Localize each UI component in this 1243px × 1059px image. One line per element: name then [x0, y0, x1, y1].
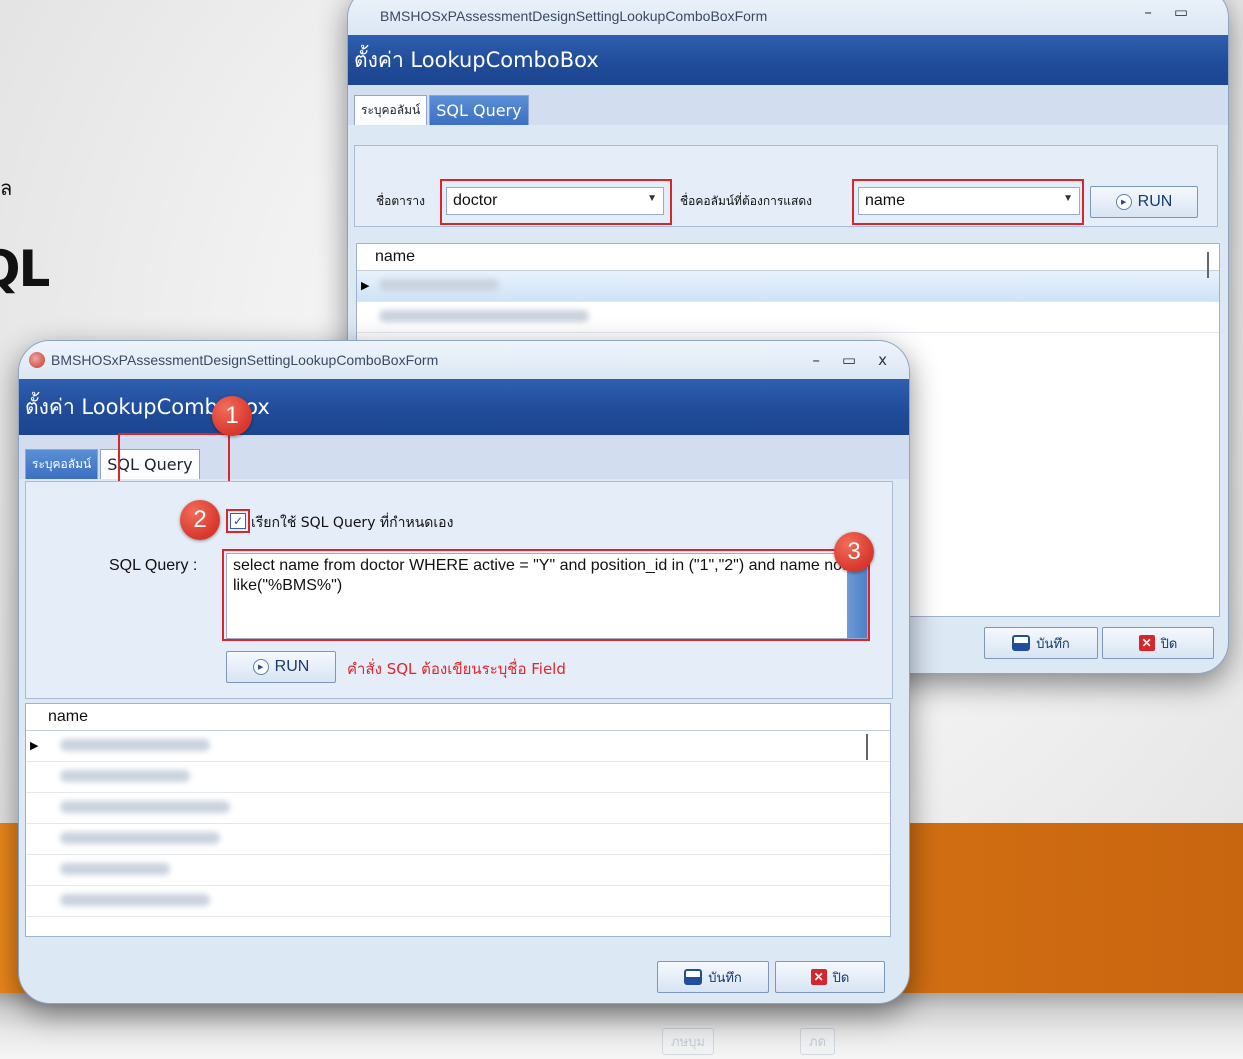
grid-row[interactable] — [26, 886, 890, 917]
blurred-cell — [60, 863, 170, 875]
run-button[interactable]: ▶ RUN — [1090, 186, 1198, 218]
back-window-header: ตั้งค่า LookupComboBox — [348, 35, 1228, 85]
save-icon — [1012, 635, 1031, 651]
highlight-table-combo — [440, 179, 672, 225]
highlight-column-combo — [852, 179, 1084, 225]
step-badge-2: 2 — [180, 500, 220, 540]
save-button[interactable]: บันทึก — [984, 627, 1098, 659]
row-indicator-icon: ▶ — [361, 279, 370, 292]
grid-row[interactable] — [26, 824, 890, 855]
custom-sql-checkbox-label: เรียกใช้ SQL Query ที่กำหนดเอง — [251, 515, 454, 531]
grid-row[interactable] — [26, 855, 890, 886]
blurred-cell — [379, 279, 499, 291]
blurred-cell — [60, 801, 230, 813]
step-badge-1: 1 — [212, 396, 252, 436]
highlight-checkbox — [226, 509, 250, 533]
close-button-label: ปิด — [1160, 636, 1178, 652]
front-window-title: BMSHOSxPAssessmentDesignSettingLookupCom… — [51, 352, 439, 368]
grid-column-header-name: name — [26, 704, 890, 731]
save-icon — [684, 969, 703, 985]
minimize-button[interactable]: – — [812, 351, 820, 369]
front-window-header: ตั้งค่า LookupComboBox — [19, 379, 909, 435]
table-name-label: ชื่อตาราง — [376, 194, 425, 208]
grid-row[interactable] — [26, 762, 890, 793]
tab-sql-query[interactable]: SQL Query — [429, 95, 529, 125]
blurred-cell — [60, 739, 210, 751]
play-icon: ▶ — [1115, 194, 1132, 210]
close-button-label: ปิด — [832, 970, 850, 986]
highlight-sql-tab — [118, 433, 230, 483]
step-badge-3: 3 — [834, 532, 874, 572]
blurred-cell — [379, 310, 589, 322]
maximize-button[interactable]: ▭ — [842, 351, 856, 369]
close-button[interactable]: ✕ ปิด — [1102, 627, 1214, 659]
front-result-grid: name ▶ — [25, 703, 891, 937]
background-text-fragment-small: ล — [0, 176, 13, 200]
sql-hint-text: คำสั่ง SQL ต้องเขียนระบุชื่อ Field — [347, 660, 566, 678]
maximize-button[interactable]: ▭ — [1174, 3, 1188, 21]
minimize-button[interactable]: – — [1144, 3, 1152, 21]
grid-scrollbar[interactable] — [866, 734, 868, 760]
highlight-sql-textarea — [222, 549, 870, 641]
back-window-title: BMSHOSxPAssessmentDesignSettingLookupCom… — [380, 8, 768, 24]
background-text-fragment-large: QL — [0, 240, 50, 298]
front-window-titlebar: BMSHOSxPAssessmentDesignSettingLookupCom… — [19, 341, 909, 379]
run-button-label: RUN — [274, 658, 310, 675]
grid-scrollbar[interactable] — [1207, 252, 1209, 278]
close-icon: ✕ — [1138, 635, 1155, 651]
back-window-titlebar: BMSHOSxPAssessmentDesignSettingLookupCom… — [348, 0, 1228, 35]
grid-row[interactable] — [357, 302, 1219, 333]
grid-row[interactable]: ▶ — [357, 271, 1219, 302]
app-logo-icon — [29, 352, 45, 368]
tab-specify-column[interactable]: ระบุคอลัมน์ — [25, 449, 99, 479]
back-tabstrip: ระบุคอลัมน์ SQL Query — [348, 85, 1228, 125]
close-button[interactable]: ✕ ปิด — [775, 961, 885, 993]
front-dialog-window: BMSHOSxPAssessmentDesignSettingLookupCom… — [18, 340, 910, 1004]
close-window-button[interactable]: x — [878, 351, 887, 369]
tab-specify-column[interactable]: ระบุคอลัมน์ — [354, 95, 428, 125]
save-button-label: บันทึก — [708, 970, 742, 986]
save-button-label: บันทึก — [1036, 636, 1070, 652]
reflection-save-button: ภษบุม — [662, 1028, 714, 1055]
blurred-cell — [60, 832, 220, 844]
play-icon: ▶ — [252, 659, 269, 675]
reflection-close-button: ภด — [800, 1028, 836, 1055]
grid-row[interactable]: ▶ — [26, 731, 890, 762]
grid-row[interactable] — [26, 793, 890, 824]
blurred-cell — [60, 894, 210, 906]
display-column-label: ชื่อคอลัมน์ที่ต้องการแสดง — [680, 194, 812, 208]
sql-query-label: SQL Query : — [109, 557, 198, 574]
save-button[interactable]: บันทึก — [657, 961, 769, 993]
row-indicator-icon: ▶ — [30, 739, 39, 752]
grid-column-header-name: name — [357, 244, 1219, 271]
run-button[interactable]: ▶ RUN — [226, 651, 336, 683]
close-icon: ✕ — [810, 969, 827, 985]
blurred-cell — [60, 770, 190, 782]
run-button-label: RUN — [1137, 193, 1173, 210]
